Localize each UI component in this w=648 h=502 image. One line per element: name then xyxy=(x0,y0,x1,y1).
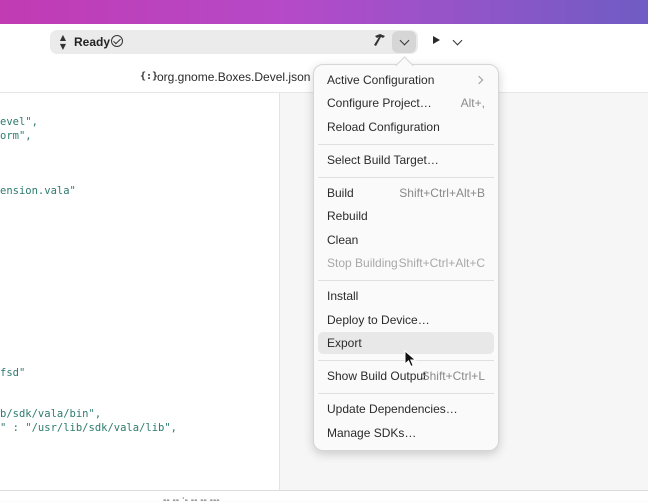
checkmark-circle-icon xyxy=(111,35,123,47)
tab-filename[interactable]: org.gnome.Boxes.Devel.json xyxy=(157,70,310,84)
menu-item-configure-project[interactable]: Configure Project… Alt+, xyxy=(318,92,494,114)
up-down-arrows-icon[interactable]: ▲ ▼ xyxy=(58,33,68,51)
build-status-label: Ready xyxy=(74,35,111,49)
hammer-icon[interactable] xyxy=(373,33,387,49)
build-menu-popover: Active Configuration Configure Project… … xyxy=(313,64,499,451)
menu-item-clean[interactable]: Clean xyxy=(318,229,494,251)
code-line: " : "/usr/lib/sdk/vala/lib", xyxy=(0,422,178,434)
menu-separator xyxy=(318,144,494,145)
code-line: b/sdk/vala/bin", xyxy=(0,408,102,420)
play-icon[interactable] xyxy=(433,36,440,44)
menu-item-stop-building: Stop Building Shift+Ctrl+Alt+C xyxy=(327,256,485,270)
code-line: orm", xyxy=(0,130,32,142)
build-menu-button[interactable] xyxy=(392,31,416,53)
header-bar: ▲ ▼ Ready xyxy=(0,24,648,65)
chevron-down-icon[interactable] xyxy=(452,35,463,46)
code-line: evel", xyxy=(0,116,38,128)
status-bar-text: -- -- ;- -- -- --- xyxy=(163,495,220,502)
code-editor[interactable]: evel", orm", ension.vala" fsd" b/sdk/val… xyxy=(0,93,280,490)
window-top-gradient xyxy=(0,0,648,24)
status-bar: -- -- ;- -- -- --- xyxy=(0,490,648,502)
menu-item-show-build-output[interactable]: Show Build Output Shift+Ctrl+L xyxy=(318,365,494,387)
menu-separator xyxy=(318,177,494,178)
menu-separator xyxy=(318,280,494,281)
menu-item-reload-configuration[interactable]: Reload Configuration xyxy=(318,116,494,138)
menu-item-update-dependencies[interactable]: Update Dependencies… xyxy=(318,398,494,420)
menu-item-manage-sdks[interactable]: Manage SDKs… xyxy=(318,422,494,444)
code-line: ension.vala" xyxy=(0,185,76,197)
submenu-arrow-icon xyxy=(474,75,484,85)
menu-item-rebuild[interactable]: Rebuild xyxy=(318,205,494,227)
menu-item-build[interactable]: Build Shift+Ctrl+Alt+B xyxy=(318,182,494,204)
chevron-down-icon xyxy=(399,35,410,46)
code-line: fsd" xyxy=(0,367,26,379)
omnibar[interactable]: ▲ ▼ Ready xyxy=(50,30,418,54)
mouse-pointer-icon xyxy=(404,349,418,368)
menu-item-install[interactable]: Install xyxy=(318,285,494,307)
menu-item-deploy-to-device[interactable]: Deploy to Device… xyxy=(318,309,494,331)
json-file-icon: {:} xyxy=(140,71,159,82)
menu-item-select-build-target[interactable]: Select Build Target… xyxy=(318,149,494,171)
menu-separator xyxy=(318,393,494,394)
